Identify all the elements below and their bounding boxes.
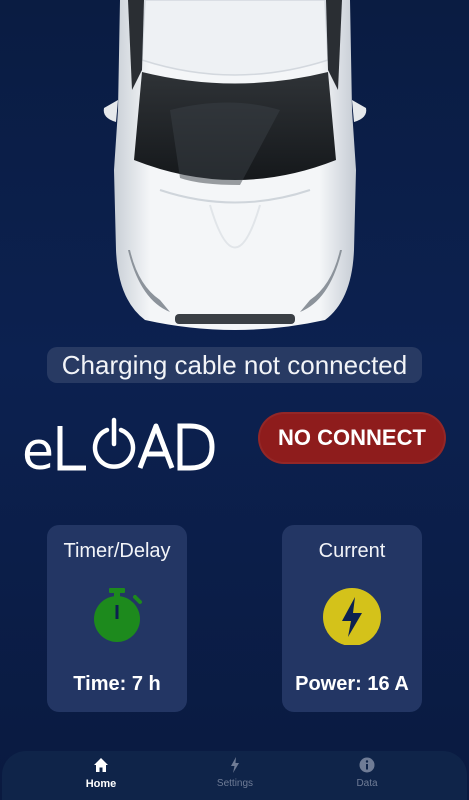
- card-title: Timer/Delay: [63, 540, 171, 562]
- home-icon: [94, 758, 108, 772]
- nav-item-settings[interactable]: Settings: [185, 751, 285, 800]
- nav-label: Home: [85, 778, 117, 790]
- logo-text-e: e: [22, 422, 54, 482]
- nav-label: Settings: [216, 778, 254, 789]
- power-icon: [92, 417, 136, 469]
- connection-status-message: Charging cable not connected: [47, 347, 422, 383]
- current-card[interactable]: Current Power: 16 A: [282, 525, 422, 712]
- stopwatch-icon: [94, 588, 142, 642]
- connection-state-button[interactable]: NO CONNECT: [258, 412, 446, 464]
- lightning-bolt-icon: [323, 588, 381, 645]
- nav-label: Data: [356, 778, 378, 789]
- timer-delay-card[interactable]: Timer/Delay Time: 7 h: [47, 525, 187, 712]
- timer-value: Time: 7 h: [73, 673, 161, 695]
- power-value: Power: 16 A: [295, 673, 409, 695]
- bottom-navigation: Home Settings Data: [2, 751, 467, 800]
- car-illustration: [103, 0, 367, 330]
- info-icon: [359, 757, 375, 773]
- eload-logo: e: [22, 417, 215, 482]
- nav-item-data[interactable]: Data: [317, 751, 417, 800]
- lightning-bolt-icon: [231, 757, 239, 773]
- nav-item-home[interactable]: Home: [51, 751, 151, 800]
- card-title: Current: [318, 540, 386, 562]
